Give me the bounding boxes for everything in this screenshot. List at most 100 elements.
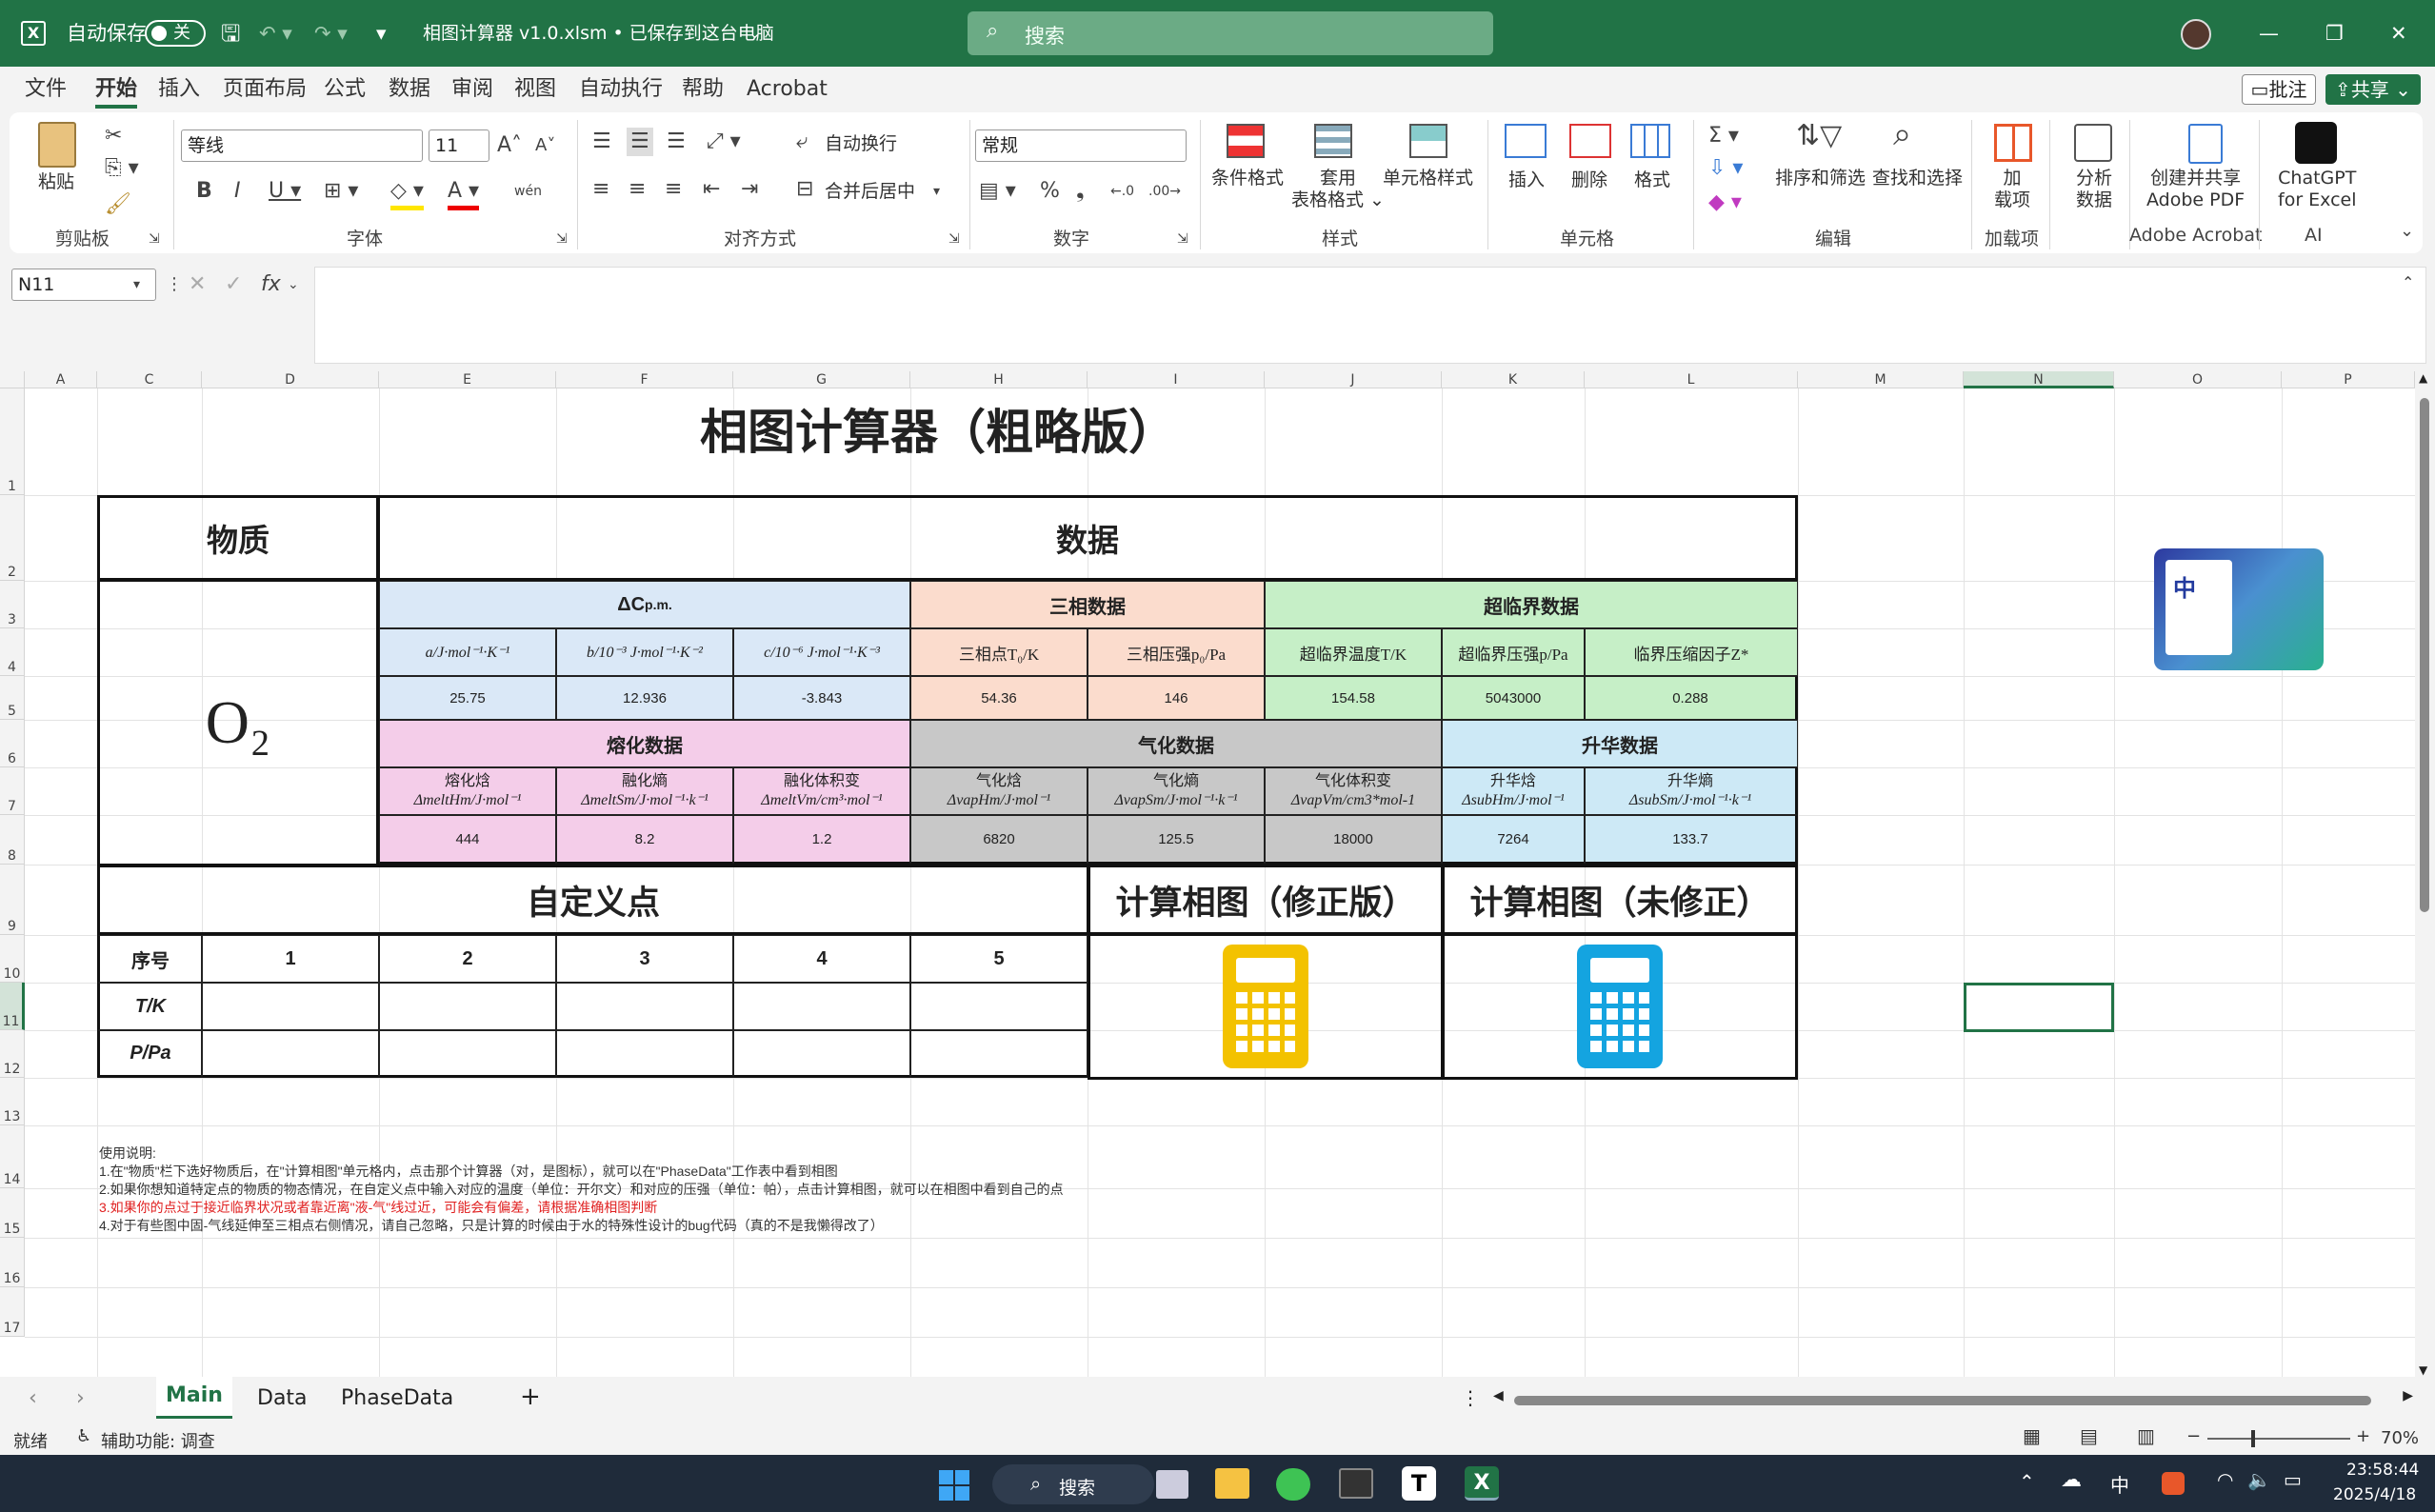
column-header[interactable]: E bbox=[379, 371, 556, 388]
phonetic-icon[interactable]: wén bbox=[514, 177, 542, 206]
comments-button[interactable]: ▭批注 bbox=[2242, 74, 2316, 105]
column-header[interactable]: N bbox=[1964, 371, 2114, 388]
row8-value-cell[interactable]: 1.2 bbox=[733, 815, 910, 865]
tab-file[interactable]: 文件 bbox=[25, 67, 67, 112]
font-name-select[interactable]: 等线 bbox=[181, 129, 423, 162]
tab-data[interactable]: 数据 bbox=[389, 67, 430, 112]
ime-indicator[interactable]: 中 bbox=[2110, 1470, 2129, 1498]
row-header[interactable]: 12 bbox=[0, 1030, 25, 1078]
calc-fixed-cell[interactable] bbox=[1088, 933, 1444, 1080]
column-header[interactable]: I bbox=[1088, 371, 1265, 388]
fx-dropdown-icon[interactable]: ⌄ bbox=[288, 270, 299, 299]
clear-icon[interactable]: ◆ ▾ bbox=[1708, 189, 1742, 217]
save-icon[interactable]: 🖫 bbox=[221, 0, 240, 67]
find-select-icon[interactable]: ⌕ bbox=[1893, 118, 1911, 150]
row7-header-cell[interactable]: 升华熵 ΔsubSm/J·mol⁻¹·k⁻¹ bbox=[1585, 767, 1798, 815]
row8-value-cell[interactable]: 125.5 bbox=[1088, 815, 1265, 865]
increase-indent-icon[interactable]: ⇥ bbox=[741, 175, 758, 204]
row8-value-cell[interactable]: 7264 bbox=[1442, 815, 1585, 865]
row-header[interactable]: 9 bbox=[0, 865, 25, 935]
copy-icon[interactable]: ⎘ ▾ bbox=[105, 154, 139, 183]
minimize-icon[interactable]: — bbox=[2259, 0, 2279, 67]
percent-icon[interactable]: % bbox=[1040, 177, 1060, 206]
share-button[interactable]: ⇪共享 ⌄ bbox=[2325, 74, 2421, 105]
page-layout-icon[interactable]: ▤ bbox=[2080, 1424, 2098, 1447]
namebox-dropdown-icon[interactable]: ▾ bbox=[133, 270, 140, 299]
fx-icon[interactable]: fx bbox=[261, 270, 281, 299]
redo-icon[interactable]: ↷ ▾ bbox=[314, 0, 348, 67]
conditional-format-icon[interactable] bbox=[1227, 124, 1265, 158]
calc-raw-cell[interactable] bbox=[1442, 933, 1798, 1080]
prev-sheet-icon[interactable]: ‹ bbox=[29, 1386, 37, 1410]
collapse-ribbon-icon[interactable]: ⌄ bbox=[2400, 217, 2414, 246]
tab-review[interactable]: 审阅 bbox=[451, 67, 493, 112]
pressure-input[interactable] bbox=[733, 1030, 910, 1078]
analyze-data-icon[interactable] bbox=[2074, 124, 2112, 162]
font-size-select[interactable]: 11 bbox=[429, 129, 489, 162]
row-header[interactable]: 6 bbox=[0, 720, 25, 767]
delete-cells-icon[interactable] bbox=[1569, 124, 1611, 158]
number-format-select[interactable]: 常规 bbox=[975, 129, 1187, 162]
battery-icon[interactable]: ▭ bbox=[2284, 1468, 2302, 1491]
row-header[interactable]: 16 bbox=[0, 1238, 25, 1287]
row5-value-cell[interactable]: 54.36 bbox=[910, 676, 1088, 720]
column-header[interactable]: C bbox=[97, 371, 202, 388]
more-sheets-icon[interactable]: ⋮ bbox=[1461, 1386, 1480, 1409]
row-header[interactable]: 1 bbox=[0, 388, 25, 495]
italic-icon[interactable]: I bbox=[234, 177, 241, 206]
chatgpt-icon[interactable] bbox=[2295, 122, 2337, 164]
row-header[interactable]: 10 bbox=[0, 935, 25, 983]
sogou-icon[interactable] bbox=[2162, 1472, 2185, 1495]
cell-styles-icon[interactable] bbox=[1409, 124, 1447, 158]
orientation-icon[interactable]: ⤢ ▾ bbox=[707, 128, 741, 156]
row-header[interactable]: 7 bbox=[0, 767, 25, 815]
wrap-text-icon[interactable]: ⤶ bbox=[796, 128, 808, 156]
row-header[interactable]: 17 bbox=[0, 1287, 25, 1337]
pressure-input[interactable] bbox=[202, 1030, 379, 1078]
autosum-icon[interactable]: Σ ▾ bbox=[1708, 122, 1739, 150]
find-select-button[interactable]: 查找和选择 bbox=[1872, 168, 1963, 189]
font-launcher-icon[interactable]: ⇲ bbox=[556, 225, 568, 253]
row-header[interactable]: 14 bbox=[0, 1125, 25, 1188]
sheet-tab-data[interactable]: Data bbox=[257, 1386, 308, 1410]
volume-icon[interactable]: 🔈 bbox=[2247, 1468, 2271, 1491]
font-color-icon[interactable]: A ▾ bbox=[448, 177, 480, 210]
row8-value-cell[interactable]: 8.2 bbox=[556, 815, 733, 865]
align-left-icon[interactable]: ≡ bbox=[592, 175, 609, 204]
addins-icon[interactable] bbox=[1994, 124, 2032, 162]
tab-view[interactable]: 视图 bbox=[514, 67, 556, 112]
column-header[interactable]: P bbox=[2282, 371, 2415, 388]
hscroll-thumb[interactable] bbox=[1514, 1396, 2371, 1405]
increase-decimal-icon[interactable]: ←.0 bbox=[1110, 177, 1134, 206]
row5-value-cell[interactable]: 5043000 bbox=[1442, 676, 1585, 720]
windows-start-icon[interactable] bbox=[939, 1470, 969, 1501]
accessibility-status[interactable]: 辅助功能: 调查 bbox=[101, 1428, 215, 1453]
format-as-table-button[interactable]: 套用 表格格式 ⌄ bbox=[1291, 168, 1385, 211]
temperature-input[interactable] bbox=[556, 983, 733, 1030]
terminal-icon[interactable] bbox=[1339, 1468, 1373, 1499]
row8-value-cell[interactable]: 444 bbox=[379, 815, 556, 865]
row5-value-cell[interactable]: -3.843 bbox=[733, 676, 910, 720]
format-cells-button[interactable]: 格式 bbox=[1634, 169, 1670, 191]
pressure-input[interactable] bbox=[556, 1030, 733, 1078]
delete-cells-button[interactable]: 删除 bbox=[1571, 169, 1607, 191]
wrap-text-button[interactable]: 自动换行 bbox=[825, 133, 897, 155]
calculator-blue-icon[interactable] bbox=[1577, 945, 1663, 1068]
decrease-indent-icon[interactable]: ⇤ bbox=[703, 175, 720, 204]
sheet-tab-phasedata[interactable]: PhaseData bbox=[341, 1386, 453, 1410]
column-header[interactable]: A bbox=[25, 371, 97, 388]
paste-button[interactable]: 粘贴 bbox=[38, 171, 74, 193]
row7-header-cell[interactable]: 熔化焓 ΔmeltHm/J·mol⁻¹ bbox=[379, 767, 556, 815]
create-pdf-button[interactable]: 创建并共享 Adobe PDF bbox=[2146, 168, 2245, 211]
page-break-icon[interactable]: ▥ bbox=[2137, 1424, 2155, 1447]
enter-icon[interactable]: ✓ bbox=[225, 270, 242, 299]
accounting-icon[interactable]: ▤ ▾ bbox=[979, 177, 1016, 206]
zoom-slider[interactable] bbox=[2207, 1430, 2350, 1447]
selected-cell-n11[interactable] bbox=[1964, 983, 2114, 1032]
decrease-decimal-icon[interactable]: .00→ bbox=[1148, 177, 1181, 206]
select-all-corner[interactable] bbox=[0, 371, 25, 388]
increase-font-icon[interactable]: A˄ bbox=[497, 131, 522, 160]
row7-header-cell[interactable]: 升华焓 ΔsubHm/J·mol⁻¹ bbox=[1442, 767, 1585, 815]
row-header[interactable]: 15 bbox=[0, 1188, 25, 1238]
add-sheet-icon[interactable]: + bbox=[520, 1383, 541, 1411]
